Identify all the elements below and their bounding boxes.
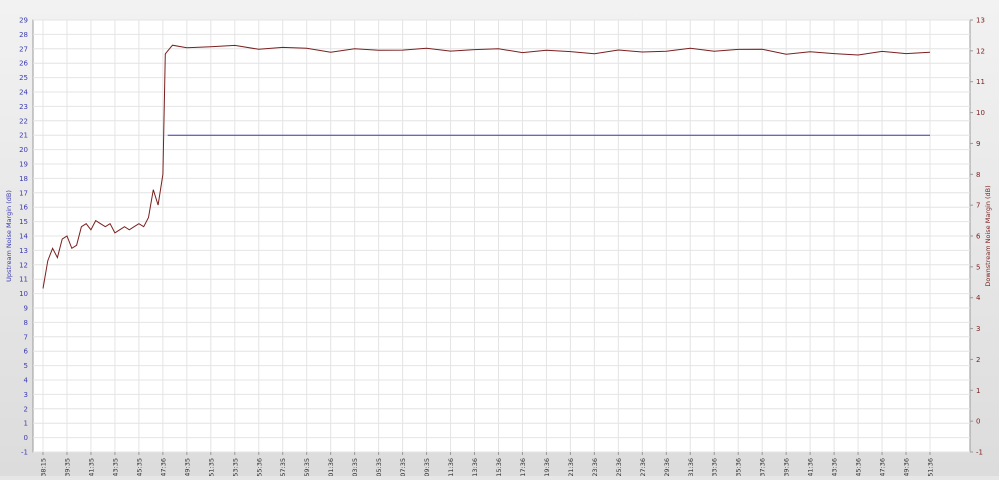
- y-tick-label-left: 24: [19, 89, 28, 97]
- x-tick-label: 09:15:36: [495, 458, 503, 476]
- y-tick-label-right: 6: [976, 233, 981, 241]
- y-tick-label-left: 20: [19, 146, 28, 154]
- y-tick-label-left: 6: [24, 348, 29, 356]
- x-tick-label: 09:05:35: [375, 458, 383, 476]
- y-tick-label-left: 5: [24, 362, 28, 370]
- y-tick-label-right: 11: [976, 78, 985, 86]
- x-tick-label: 09:35:36: [735, 458, 743, 476]
- x-tick-label: 09:19:36: [543, 458, 551, 476]
- y-tick-label-left: 29: [19, 17, 28, 25]
- y-tick-label-right: 5: [976, 263, 980, 271]
- y-tick-label-left: -1: [21, 449, 28, 457]
- x-tick-label: 09:21:36: [567, 458, 575, 476]
- y-tick-label-left: 2: [24, 405, 28, 413]
- x-tick-label: 08:55:36: [255, 458, 263, 476]
- x-tick-label: 09:29:36: [663, 458, 671, 476]
- x-tick-label: 08:51:35: [207, 458, 215, 476]
- y-axis-label-left: Upstream Noise Margin (dB): [5, 190, 13, 282]
- x-tick-label: 09:13:36: [471, 458, 479, 476]
- y-tick-label-left: 7: [24, 333, 28, 341]
- y-tick-label-right: 9: [976, 140, 980, 148]
- y-tick-label-left: 23: [19, 103, 28, 111]
- x-tick-label: 09:11:36: [447, 458, 455, 476]
- x-tick-label: 09:01:36: [327, 458, 335, 476]
- x-tick-label: 09:49:36: [903, 458, 911, 476]
- y-tick-label-right: 10: [976, 109, 985, 117]
- x-tick-label: 09:45:36: [855, 458, 863, 476]
- x-tick-label: 09:39:36: [783, 458, 791, 476]
- y-tick-label-left: 3: [24, 391, 28, 399]
- x-tick-label: 09:17:36: [519, 458, 527, 476]
- y-tick-label-left: 27: [19, 45, 28, 53]
- y-tick-label-left: 10: [19, 290, 28, 298]
- x-tick-label: 09:31:36: [687, 458, 695, 476]
- x-tick-label: 08:39:35: [63, 458, 71, 476]
- x-tick-label: 09:27:36: [639, 458, 647, 476]
- x-tick-label: 08:53:35: [231, 458, 239, 476]
- y-tick-label-left: 14: [19, 233, 28, 241]
- y-tick-label-right: 2: [976, 356, 980, 364]
- y-tick-label-right: 1: [976, 387, 980, 395]
- noise-margin-chart: -101234567891011121314151617181920212223…: [0, 0, 999, 480]
- x-tick-label: 09:33:36: [711, 458, 719, 476]
- x-tick-label: 08:41:35: [87, 458, 95, 476]
- x-tick-label: 09:43:36: [831, 458, 839, 476]
- x-tick-label: 09:47:36: [879, 458, 887, 476]
- y-tick-label-left: 15: [19, 218, 28, 226]
- x-tick-label: 09:25:36: [615, 458, 623, 476]
- y-tick-label-left: 25: [19, 74, 28, 82]
- y-tick-label-right: 12: [976, 47, 985, 55]
- y-tick-label-right: 3: [976, 325, 980, 333]
- y-tick-label-left: 4: [24, 377, 29, 385]
- y-tick-label-right: 13: [976, 17, 985, 25]
- y-tick-label-right: 7: [976, 202, 980, 210]
- x-tick-label: 08:47:36: [159, 458, 167, 476]
- y-tick-label-left: 17: [19, 189, 28, 197]
- x-tick-label: 09:51:36: [927, 458, 935, 476]
- x-tick-label: 08:49:35: [183, 458, 191, 476]
- y-tick-label-left: 12: [19, 261, 28, 269]
- y-tick-label-right: -1: [976, 449, 983, 457]
- y-tick-label-left: 22: [19, 117, 28, 125]
- y-tick-label-right: 8: [976, 171, 980, 179]
- y-tick-label-left: 21: [19, 132, 28, 140]
- y-tick-label-left: 19: [19, 161, 28, 169]
- y-tick-label-left: 1: [24, 420, 28, 428]
- y-tick-label-left: 26: [19, 60, 28, 68]
- x-tick-label: 09:37:36: [759, 458, 767, 476]
- x-tick-label: 08:38:15: [40, 458, 48, 476]
- y-tick-label-left: 0: [24, 434, 28, 442]
- x-tick-label: 09:03:35: [351, 458, 359, 476]
- y-tick-label-right: 0: [976, 418, 980, 426]
- chart-window: -1 0 1 2 3 4 5 6 7 8 9 10 11 12 13 14 15 16 17 18 19 20 21 22 23…: [0, 0, 999, 480]
- x-tick-label: 08:59:35: [303, 458, 311, 476]
- x-tick-label: 08:45:35: [135, 458, 143, 476]
- y-tick-label-left: 11: [19, 276, 28, 284]
- y-tick-label-right: 4: [976, 294, 981, 302]
- x-tick-label: 09:07:35: [399, 458, 407, 476]
- x-tick-label: 09:09:35: [423, 458, 431, 476]
- y-tick-label-left: 16: [19, 204, 28, 212]
- y-tick-label-left: 18: [19, 175, 28, 183]
- y-tick-label-left: 8: [24, 319, 28, 327]
- x-tick-label: 09:41:36: [807, 458, 815, 476]
- y-tick-label-left: 28: [19, 31, 28, 39]
- x-tick-label: 08:57:35: [279, 458, 287, 476]
- y-tick-label-left: 13: [19, 247, 28, 255]
- y-axis-label-right: Downstream Noise Margin (dB): [984, 185, 992, 286]
- y-tick-label-left: 9: [24, 305, 28, 313]
- x-tick-label: 09:23:36: [591, 458, 599, 476]
- x-tick-label: 08:43:35: [111, 458, 119, 476]
